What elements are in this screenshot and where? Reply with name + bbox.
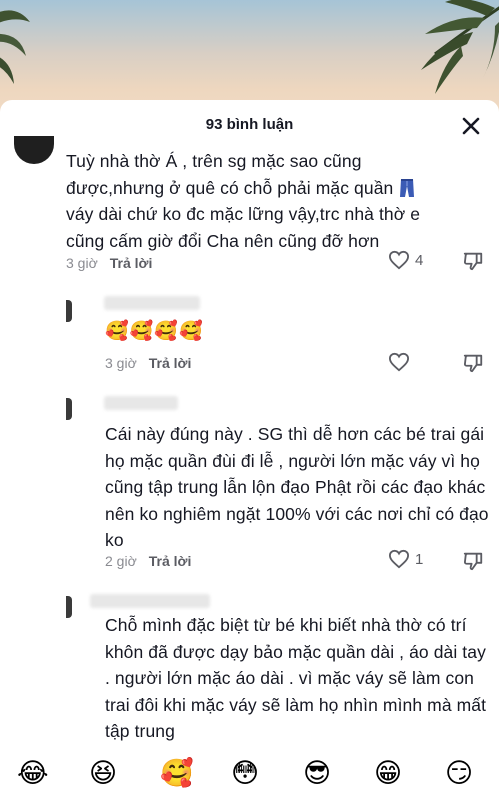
like-count: 4 bbox=[415, 251, 424, 269]
comments-sheet: 93 bình luận Tuỳ nhà thờ Á , trên sg mặc… bbox=[0, 100, 499, 800]
comment-time: 3 giờ bbox=[66, 255, 98, 271]
like-button[interactable] bbox=[388, 352, 410, 372]
username-redacted bbox=[90, 594, 210, 608]
thumbs-down-icon[interactable] bbox=[462, 550, 484, 572]
avatar[interactable] bbox=[14, 136, 54, 164]
reply-button[interactable]: Trả lời bbox=[149, 553, 192, 569]
thumbs-down-icon[interactable] bbox=[462, 250, 484, 272]
comment-text-part: Tuỳ nhà thờ Á , trên sg mặc sao cũng đượ… bbox=[66, 151, 399, 198]
avatar[interactable] bbox=[66, 300, 72, 322]
thumbs-down-icon[interactable] bbox=[462, 352, 484, 374]
palm-leaf-left bbox=[0, 10, 30, 84]
emoji-smirk[interactable]: 😏 bbox=[445, 756, 473, 790]
username-redacted bbox=[104, 396, 178, 410]
comment-emojis: 🥰🥰🥰🥰 bbox=[105, 321, 204, 342]
comment-text-part: váy dài chứ ko đc mặc lững vậy,trc nhà t… bbox=[66, 204, 421, 251]
comment-meta: 3 giờ Trả lời bbox=[66, 255, 152, 271]
close-icon[interactable] bbox=[459, 114, 483, 138]
comment-text: Cái này đúng này . SG thì dễ hơn các bé … bbox=[105, 424, 489, 550]
avatar[interactable] bbox=[66, 596, 72, 618]
heart-outline-icon bbox=[388, 352, 410, 372]
comments-header: 93 bình luận bbox=[0, 100, 499, 152]
comment-time: 3 giờ bbox=[105, 355, 137, 371]
reply-button[interactable]: Trả lời bbox=[110, 255, 153, 271]
comment-time: 2 giờ bbox=[105, 553, 137, 569]
comment-meta: 3 giờ Trả lời bbox=[105, 355, 191, 371]
like-button[interactable]: 1 bbox=[388, 549, 423, 569]
heart-outline-icon bbox=[388, 549, 410, 569]
comment-meta: 2 giờ Trả lời bbox=[105, 553, 191, 569]
palm-leaf-right bbox=[421, 0, 499, 94]
avatar[interactable] bbox=[66, 398, 72, 420]
emoji-laughing-tears[interactable]: 😂 bbox=[17, 756, 49, 790]
comments-count-title: 93 bình luận bbox=[205, 116, 294, 133]
username-redacted bbox=[104, 296, 200, 310]
emoji-quick-bar: 😂 😆 🥰 😳 😎 😁 😏 bbox=[0, 752, 499, 800]
jeans-icon bbox=[400, 178, 415, 197]
reply-button[interactable]: Trả lời bbox=[149, 355, 192, 371]
emoji-hearts-face[interactable]: 🥰 bbox=[160, 756, 194, 790]
comment-text: Chỗ mình đặc biệt từ bé khi biết nhà thờ… bbox=[105, 615, 487, 741]
emoji-laughing[interactable]: 😆 bbox=[89, 756, 117, 790]
emoji-flushed[interactable]: 😳 bbox=[231, 756, 259, 790]
comment-text: Tuỳ nhà thờ Á , trên sg mặc sao cũng đượ… bbox=[66, 148, 426, 254]
like-count: 1 bbox=[415, 550, 424, 568]
like-button[interactable]: 4 bbox=[388, 250, 423, 270]
heart-outline-icon bbox=[388, 250, 410, 270]
emoji-grinning[interactable]: 😁 bbox=[374, 756, 402, 790]
emoji-sunglasses[interactable]: 😎 bbox=[303, 756, 331, 790]
